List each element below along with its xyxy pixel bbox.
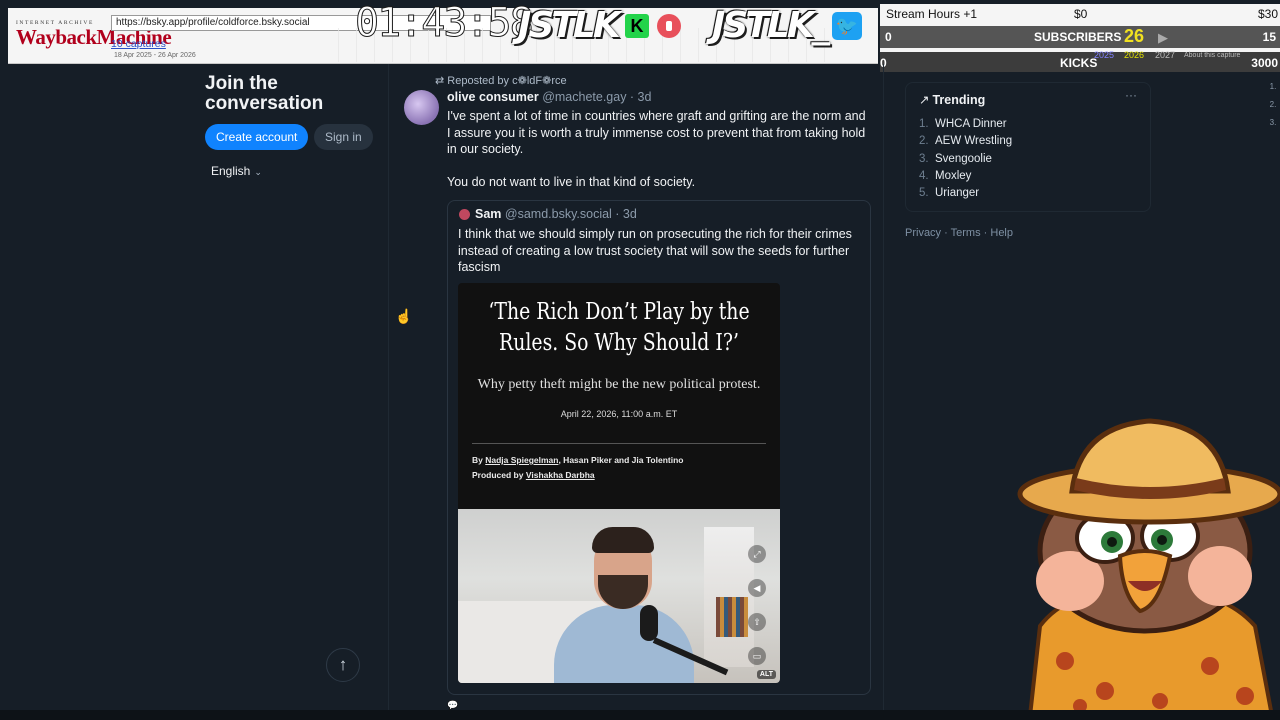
trending-label: WHCA Dinner (935, 118, 1007, 130)
trending-item[interactable]: 4. Moxley (919, 168, 1012, 185)
captions-icon[interactable]: ▭ (748, 647, 766, 665)
books (716, 597, 748, 637)
brand-logo-left: JSTLK (518, 5, 621, 46)
goal-start: $0 (1074, 7, 1088, 21)
wayback-captures-link[interactable]: 10 captures (111, 38, 166, 50)
trending-icon: ↗ (919, 93, 930, 107)
microphone (640, 605, 658, 641)
trending-title: Trending (932, 93, 986, 107)
quote-header: Sam @samd.bsky.social · 3d (475, 207, 637, 221)
footer-links: Privacy · Terms · Help (905, 227, 1013, 239)
quote-avatar[interactable] (459, 209, 470, 220)
join-conversation-heading: Join the conversation (205, 73, 324, 114)
year-2025: 2025 (1094, 50, 1115, 60)
scroll-to-top-button[interactable]: ↑ (326, 648, 360, 682)
goal-end: $30 (1257, 7, 1278, 21)
fullscreen-icon[interactable]: ⤢ (748, 545, 766, 563)
trending-label: Svengoolie (935, 152, 992, 165)
mascot-illustration (1017, 418, 1280, 716)
terms-link[interactable]: Terms (951, 227, 981, 239)
byline-prefix: By (472, 455, 486, 465)
post-header: olive consumer @machete.gay · 3d (447, 90, 651, 104)
share-icon[interactable]: ⇧ (748, 613, 766, 631)
subs-label: SUBSCRIBERS (1034, 30, 1122, 44)
byline-rest: , Hasan Piker and Jia Tolentino (558, 455, 684, 465)
wayback-logo-main: WaybackMachine (16, 25, 172, 49)
right-edge-indicators: 1. 2. 3. (1269, 82, 1277, 127)
kick-icon: K (625, 14, 649, 38)
trending-label: Urianger (935, 187, 980, 200)
trending-label: AEW Wrestling (935, 135, 1013, 148)
help-link[interactable]: Help (990, 227, 1013, 239)
kicks-right: 3000 (1251, 56, 1278, 70)
sign-in-button[interactable]: Sign in (314, 124, 373, 150)
create-account-button[interactable]: Create account (205, 124, 309, 150)
quote-text: I think that we should simply run on pro… (458, 227, 852, 274)
trending-item[interactable]: 5. Urianger (919, 185, 1012, 202)
stream-hours-label: Stream Hours +1 (886, 7, 978, 21)
article-title: ‘The Rich Don’t Play by the Rules. So Wh… (488, 299, 750, 356)
producer-name: Vishakha Darbha (525, 470, 595, 480)
quote-author-handle[interactable]: @samd.bsky.social · 3d (505, 207, 637, 221)
trending-more-button[interactable]: ··· (1125, 88, 1137, 102)
bottom-edge (0, 710, 1280, 720)
trending-rank: 3. (919, 152, 929, 165)
about-capture-link[interactable]: About this capture (1184, 52, 1240, 59)
footer-separator: · (980, 227, 991, 239)
avatar[interactable] (404, 90, 439, 125)
kicks-label: KICKS (1060, 56, 1098, 70)
wayback-date-range: 18 Apr 2025 - 26 Apr 2026 (114, 52, 196, 59)
footer-separator: · (941, 227, 951, 239)
trending-rank: 2. (919, 135, 929, 148)
twitter-icon: 🐦 (832, 12, 862, 40)
article-dek: Why petty theft might be the new politic… (477, 377, 761, 392)
privacy-link[interactable]: Privacy (905, 227, 941, 239)
article-divider (472, 443, 766, 444)
trending-rank: 5. (919, 187, 929, 200)
trending-item[interactable]: 1. WHCA Dinner (919, 116, 1012, 133)
quote-author-name[interactable]: Sam (475, 207, 501, 221)
subs-right: 15 (1262, 30, 1276, 44)
author-name[interactable]: olive consumer (447, 90, 539, 104)
trending-item[interactable]: 3. Svengoolie (919, 151, 1012, 168)
year-2027: 2027 (1155, 50, 1176, 60)
person-hair (592, 527, 654, 553)
quote-media[interactable]: ‘The Rich Don’t Play by the Rules. So Wh… (458, 283, 780, 683)
language-select[interactable]: English ⌄ (211, 164, 262, 178)
reply-icon[interactable]: 💬 (447, 700, 458, 710)
trending-title-row: ↗ Trending (919, 92, 985, 107)
stream-timer: 01:43:58 (355, 0, 535, 47)
reposted-by-label[interactable]: Reposted by c❁ldF❁rce (447, 75, 566, 87)
trending-rank: 1. (919, 118, 929, 130)
subs-left: 0 (885, 30, 892, 44)
article-byline: By Nadja Spiegelman, Hasan Piker and Jia… (472, 453, 772, 483)
trending-label: Moxley (935, 169, 972, 182)
stream-goals-panel: Stream Hours +1 $0 $30 0 SUBSCRIBERS 26 … (880, 4, 1280, 72)
play-icon: ▶ (1158, 30, 1168, 45)
post-paragraph: I've spent a lot of time in countries wh… (447, 109, 866, 156)
record-icon (657, 14, 681, 38)
repost-icon: ⇄ (435, 75, 448, 87)
wayback-logo[interactable]: INTERNET ARCHIVE WaybackMachine (16, 20, 172, 56)
trending-list: 1. WHCA Dinner 2. AEW Wrestling 3. Svengool… (919, 116, 1012, 202)
post-paragraph: You do not want to live in that kind of … (447, 175, 696, 189)
reposted-by: ⇄ Reposted by c❁ldF❁rce (435, 74, 567, 87)
mouse-cursor: ☝ (395, 308, 413, 324)
year-2026: 2026 (1124, 50, 1145, 60)
author-handle[interactable]: @machete.gay · 3d (542, 90, 651, 104)
byline-author: Nadja Spiegelman (485, 455, 559, 465)
subs-count: 26 (1124, 26, 1145, 46)
alt-badge[interactable]: ALT (756, 670, 776, 679)
trending-item[interactable]: 2. AEW Wrestling (919, 133, 1012, 150)
mute-icon[interactable]: ◀ (748, 579, 766, 597)
trending-rank: 4. (919, 169, 929, 182)
post-body: I've spent a lot of time in countries wh… (447, 108, 871, 191)
producer-prefix: Produced by (472, 470, 526, 480)
article-date: April 22, 2026, 11:00 a.m. ET (560, 409, 678, 419)
brand-logo-right: JSTLK_ (712, 5, 830, 46)
chevron-down-icon: ⌄ (254, 167, 262, 177)
subscribers-bar: 0 SUBSCRIBERS 26 ▶ 15 (880, 26, 1280, 48)
language-label: English (211, 164, 251, 178)
video-thumbnail[interactable]: ⤢ ◀ ⇧ ▭ ALT (458, 509, 780, 683)
